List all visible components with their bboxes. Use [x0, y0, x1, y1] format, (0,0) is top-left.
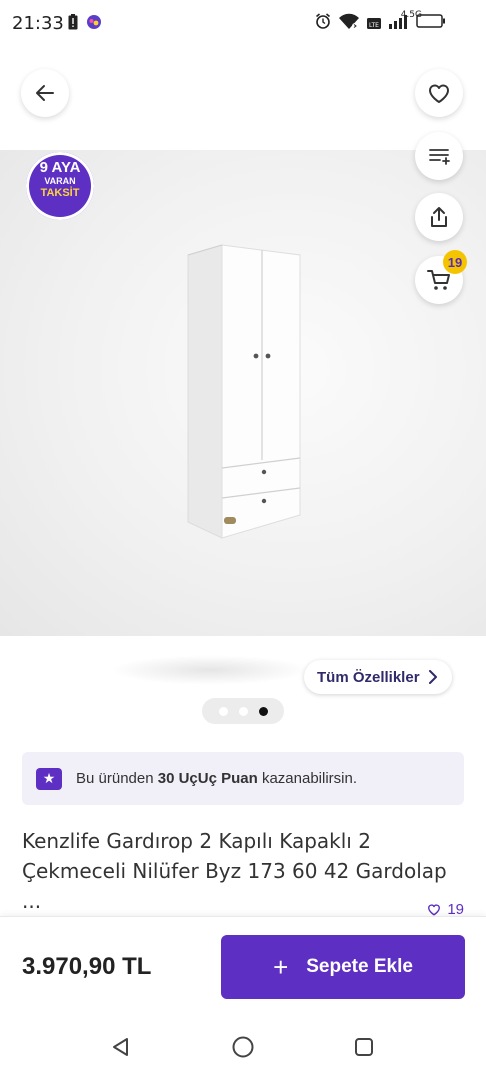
status-right-icons: LTE: [314, 12, 446, 30]
points-banner: ★ Bu üründen 30 UçUç Puan kazanabilirsin…: [22, 752, 464, 805]
all-features-label: Tüm Özellikler: [317, 668, 420, 686]
points-text: Bu üründen 30 UçUç Puan kazanabilirsin.: [76, 770, 357, 787]
heart-icon: [429, 84, 449, 103]
carousel-dot[interactable]: [238, 706, 248, 716]
chevron-right-icon: [428, 670, 437, 684]
product-title: Kenzlife Gardırop 2 Kapılı Kapaklı 2 Çek…: [22, 829, 447, 913]
nav-home-icon[interactable]: [231, 1035, 255, 1059]
back-arrow-icon: [36, 85, 54, 101]
network-type: 4.5G: [400, 10, 422, 20]
carousel-indicator[interactable]: [202, 698, 284, 724]
back-button[interactable]: [21, 69, 69, 117]
share-button[interactable]: [415, 193, 463, 241]
add-to-cart-button[interactable]: + Sepete Ekle: [221, 935, 465, 999]
product-price: 3.970,90 TL: [22, 953, 152, 980]
battery-alert-icon: [68, 14, 78, 30]
carousel-dot-active[interactable]: [258, 706, 268, 716]
cart-icon: [427, 270, 450, 290]
points-prefix: Bu üründen: [76, 770, 158, 787]
add-to-list-button[interactable]: [415, 132, 463, 180]
status-bar: 21:33 LTE 4.5G: [0, 0, 486, 48]
share-icon: [431, 207, 447, 227]
volte-icon: LTE: [367, 18, 381, 29]
installment-line1: 9 AYA: [39, 159, 81, 176]
star-icon: ★: [36, 767, 62, 790]
cart-button[interactable]: 19: [415, 250, 467, 304]
points-amount: 30 UçUç Puan: [157, 770, 258, 787]
app-notification-icon: [87, 15, 101, 29]
compare-list-icon: [429, 149, 450, 165]
floor-shadow: [110, 655, 310, 685]
nav-recents-icon[interactable]: [353, 1036, 375, 1058]
heart-outline-icon: [428, 904, 441, 916]
wardrobe-illustration: [187, 244, 301, 539]
installment-badge: 9 AYA VARAN TAKSİT: [26, 152, 94, 220]
wifi-icon: [339, 13, 359, 29]
system-nav-bar: [0, 1020, 486, 1080]
nav-back-icon[interactable]: [110, 1036, 132, 1058]
cart-count-badge: 19: [443, 250, 467, 274]
add-to-cart-label: Sepete Ekle: [306, 956, 413, 977]
installment-line3: TAKSİT: [40, 187, 80, 199]
product-image[interactable]: [0, 150, 486, 685]
status-time: 21:33: [12, 13, 64, 34]
installment-line2: VARAN: [44, 176, 76, 186]
points-suffix: kazanabilirsin.: [257, 770, 357, 787]
plus-icon: +: [273, 952, 289, 982]
svg-text:LTE: LTE: [369, 22, 379, 29]
carousel-dot[interactable]: [218, 706, 228, 716]
status-left-icons: [68, 14, 102, 30]
all-features-button[interactable]: Tüm Özellikler: [304, 660, 452, 694]
alarm-icon: [315, 13, 331, 29]
purchase-bar: 3.970,90 TL + Sepete Ekle: [0, 916, 486, 1021]
favorite-button[interactable]: [415, 69, 463, 117]
